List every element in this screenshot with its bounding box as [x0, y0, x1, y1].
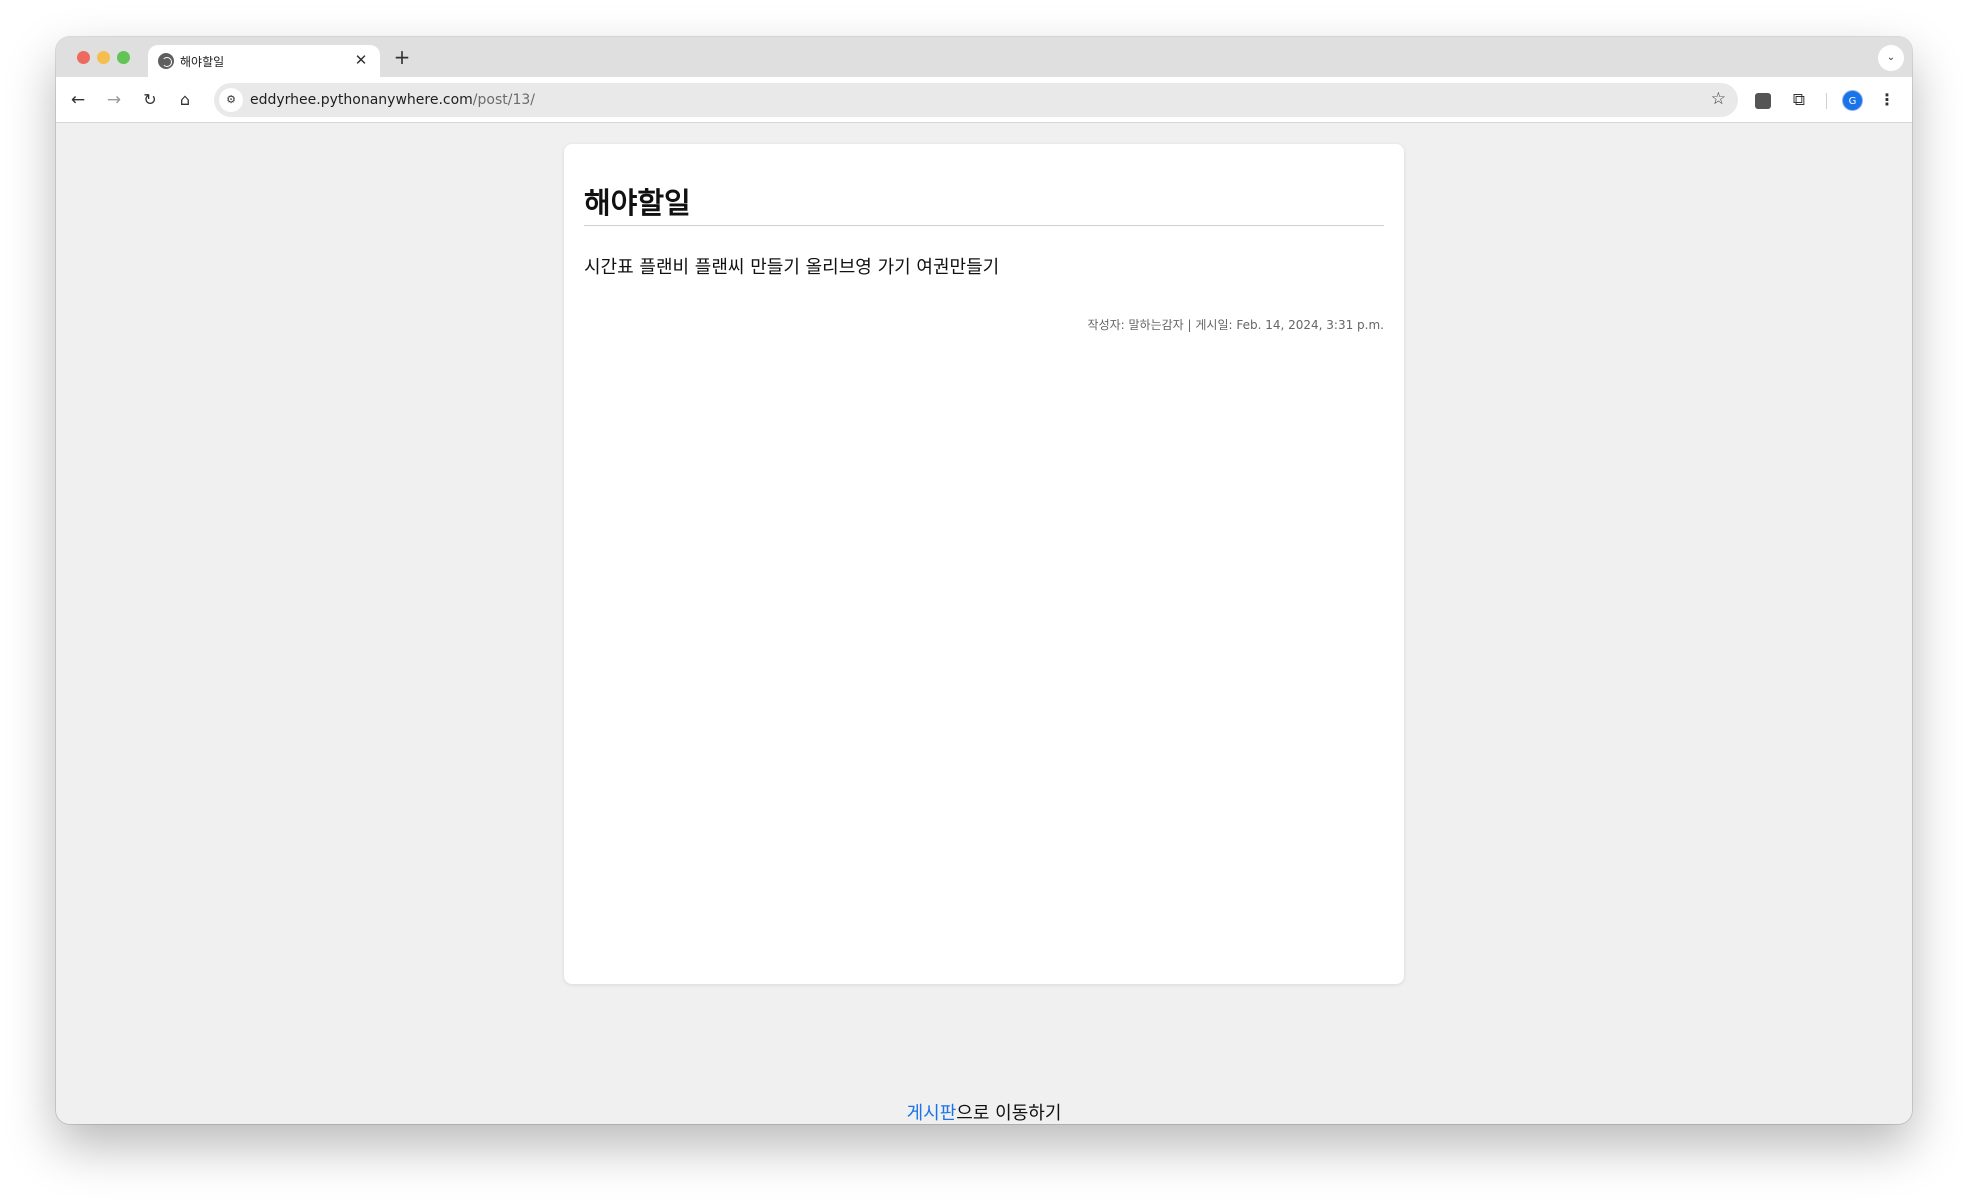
- browser-tab[interactable]: 해야할일 ✕: [148, 45, 380, 77]
- post-body: 시간표 플랜비 플랜씨 만들기 올리브영 가기 여권만들기: [584, 257, 1000, 278]
- profile-avatar[interactable]: G: [1842, 90, 1863, 111]
- post-card: 해야할일 시간표 플랜비 플랜씨 만들기 올리브영 가기 여권만들기 작성자: …: [564, 144, 1404, 984]
- tab-strip: 해야할일 ✕ + ⌄: [56, 37, 1912, 77]
- site-info-icon[interactable]: ⚙: [219, 88, 243, 112]
- forward-button[interactable]: →: [100, 86, 128, 114]
- new-tab-button[interactable]: +: [390, 46, 414, 70]
- url-text[interactable]: eddyrhee.pythonanywhere.com/post/13/: [250, 92, 535, 108]
- extensions-icon[interactable]: ⧉: [1786, 87, 1812, 113]
- page-content: 해야할일 시간표 플랜비 플랜씨 만들기 올리브영 가기 여권만들기 작성자: …: [56, 124, 1912, 1124]
- title-divider: [584, 225, 1384, 226]
- home-button[interactable]: ⌂: [171, 86, 199, 114]
- address-bar[interactable]: ⚙ eddyrhee.pythonanywhere.com/post/13/ ☆: [214, 83, 1738, 117]
- browser-toolbar: ← → ↻ ⌂ ⚙ eddyrhee.pythonanywhere.com/po…: [56, 77, 1912, 123]
- reload-button[interactable]: ↻: [136, 86, 164, 114]
- close-icon[interactable]: ✕: [352, 51, 370, 69]
- url-path: /post/13/: [472, 92, 535, 108]
- url-host: eddyrhee.pythonanywhere.com: [250, 92, 473, 108]
- toolbar-divider: [1826, 93, 1827, 109]
- browser-menu-icon[interactable]: ⋮: [1874, 87, 1900, 113]
- post-title: 해야할일: [584, 186, 691, 220]
- window-maximize-button[interactable]: [117, 51, 130, 64]
- bookmark-star-icon[interactable]: ☆: [1711, 89, 1726, 109]
- tab-title: 해야할일: [180, 55, 225, 69]
- post-meta: 작성자: 말하는감자 | 게시일: Feb. 14, 2024, 3:31 p.…: [1087, 318, 1384, 332]
- window-close-button[interactable]: [77, 51, 90, 64]
- globe-icon: [158, 53, 174, 69]
- footer-navigation: 게시판으로 이동하기: [56, 1099, 1912, 1124]
- back-button[interactable]: ←: [64, 86, 92, 114]
- window-minimize-button[interactable]: [97, 51, 110, 64]
- board-link[interactable]: 게시판: [907, 1103, 957, 1124]
- reading-mode-icon[interactable]: [1750, 87, 1776, 113]
- tab-search-button[interactable]: ⌄: [1878, 45, 1904, 71]
- browser-window: 해야할일 ✕ + ⌄ ← → ↻ ⌂ ⚙ eddyrhee.pythonanyw…: [56, 37, 1912, 1124]
- footer-suffix: 으로 이동하기: [956, 1103, 1062, 1124]
